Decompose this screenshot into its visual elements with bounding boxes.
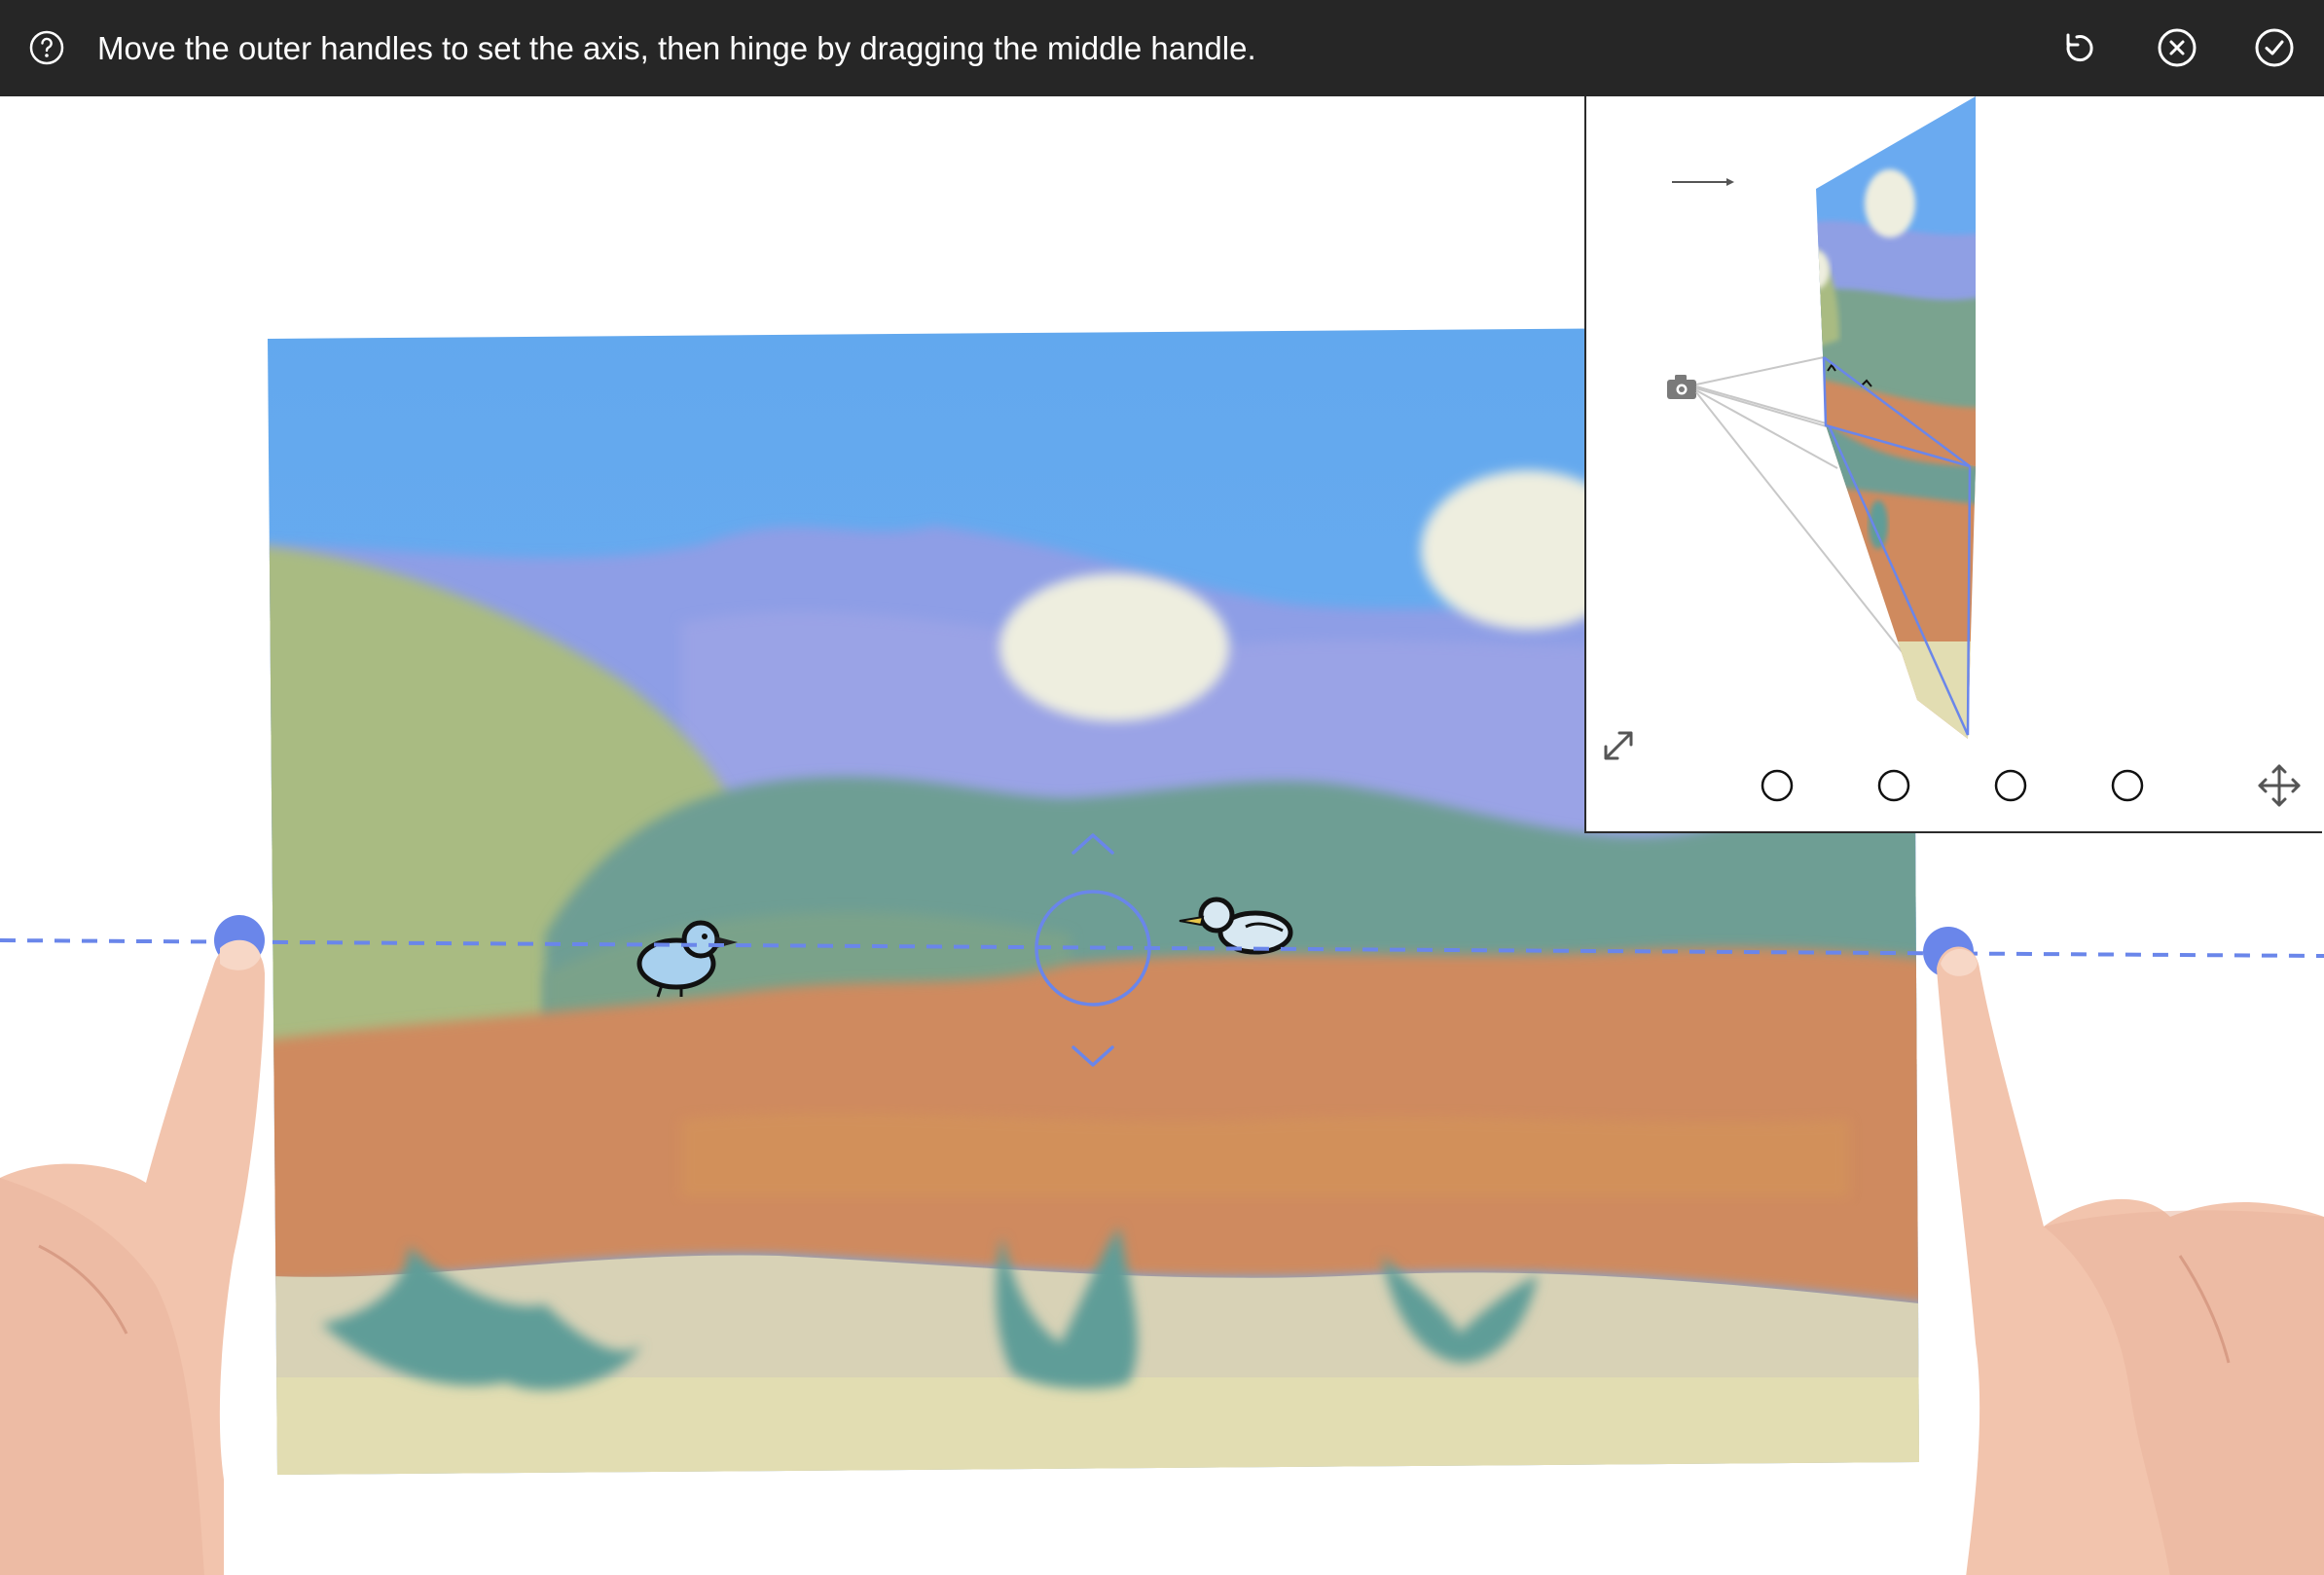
preset-button-1[interactable] [1761,769,1794,802]
instruction-text: Move the outer handles to set the axis, … [97,30,1256,66]
top-toolbar: Move the outer handles to set the axis, … [0,0,2324,96]
left-hand [0,939,265,1575]
preset-button-4[interactable] [2111,769,2144,802]
preset-button-2[interactable] [1877,769,1910,802]
move-arrows-icon[interactable] [2258,764,2301,807]
expand-diagonal-icon[interactable] [1604,731,1633,760]
confirm-button[interactable] [2250,23,2299,72]
cancel-button[interactable] [2153,23,2201,72]
arrow-right-icon [1672,178,1734,186]
reset-button[interactable] [2055,23,2104,72]
perspective-preview-panel [1584,96,2322,833]
help-button[interactable] [27,28,66,67]
right-hand [1937,946,2324,1575]
camera-icon [1667,375,1696,399]
preview-lower-panel [1826,425,1976,739]
preview-scene[interactable] [1586,96,2324,833]
preset-button-3[interactable] [1994,769,2027,802]
